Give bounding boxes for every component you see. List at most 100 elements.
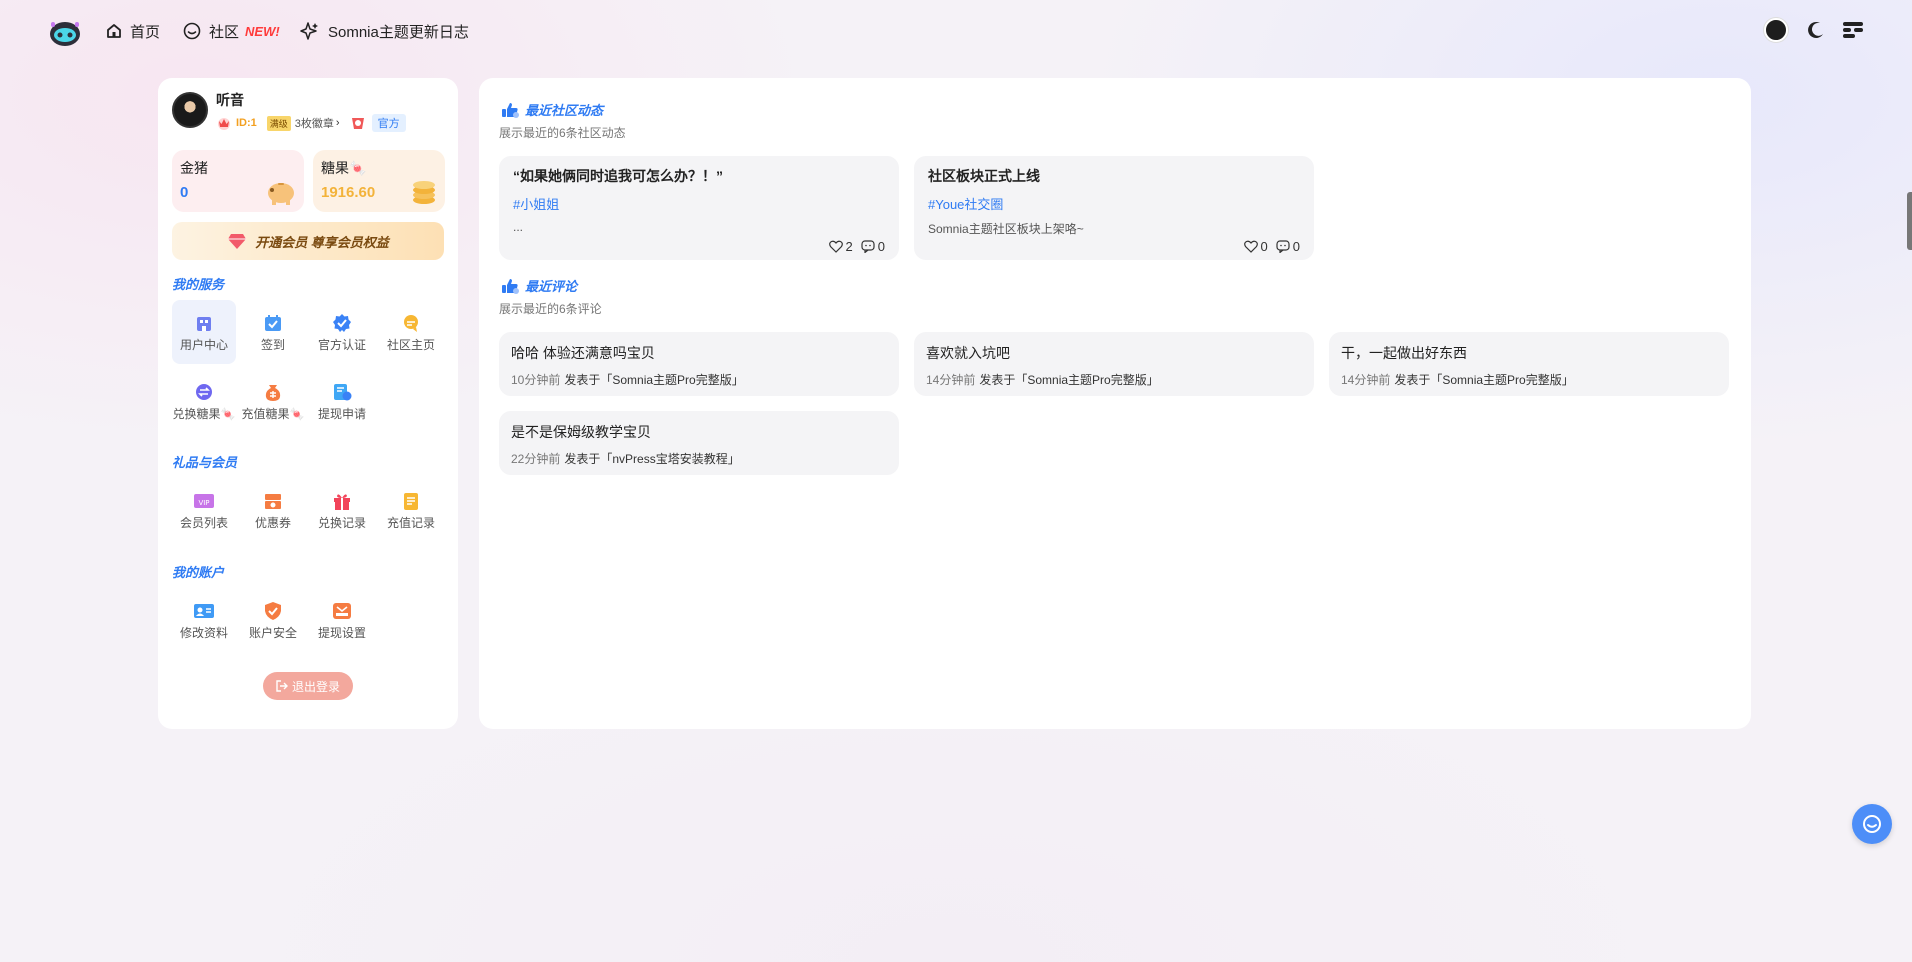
open-vip-button[interactable]: 开通会员 尊享会员权益 (172, 222, 444, 260)
service-item[interactable]: 社区主页 (379, 300, 443, 364)
post-title: “如果她俩同时追我可怎么办？！” (513, 168, 723, 184)
service-item[interactable]: 提现申请 (310, 369, 374, 433)
service-item[interactable]: 官方认证 (310, 300, 374, 364)
post-tag[interactable]: #Youe社交圈 (928, 194, 1300, 213)
svg-text:VIP: VIP (198, 499, 209, 507)
comment-time: 22分钟前 (511, 452, 561, 466)
service-item-label: 官方认证 (317, 338, 366, 352)
post-card[interactable]: “如果她俩同时追我可怎么办？！” #小姐姐... 2 0 (499, 156, 899, 260)
gift-item-label: 兑换记录 (317, 516, 366, 530)
recharge-icon (262, 381, 284, 403)
recent-posts-header: 最近社区动态 (501, 100, 603, 119)
coins-icon (413, 181, 435, 204)
vip-list-icon: VIP (193, 490, 215, 512)
service-item-label: 兑换糖果🍬 (172, 407, 236, 421)
chat-icon (1863, 815, 1881, 833)
comment-meta: 22分钟前 发表于「nvPress宝塔安装教程」 (511, 450, 887, 467)
chat-bubble-icon (183, 22, 201, 40)
comment-source[interactable]: 发表于「Somnia主题Pro完整版」 (564, 373, 743, 387)
scrollbar-thumb[interactable] (1907, 192, 1912, 250)
badge-count[interactable]: 3枚徽章 (295, 115, 334, 131)
comment-card[interactable]: 喜欢就入坑吧 14分钟前 发表于「Somnia主题Pro完整版」 (914, 332, 1314, 396)
gift-item[interactable]: 充值记录 (379, 478, 443, 542)
avatar[interactable] (172, 92, 208, 128)
account-item[interactable]: 提现设置 (310, 588, 374, 652)
nav-community[interactable]: 社区 NEW! (183, 20, 280, 42)
sparkle-icon (300, 22, 318, 40)
post-stats: 20 (828, 239, 885, 254)
service-item-label: 社区主页 (386, 338, 435, 352)
account-item[interactable]: 账户安全 (241, 588, 305, 652)
candy-icon: 🍬 (349, 160, 367, 176)
comment-card[interactable]: 哈哈 体验还满意吗宝贝 10分钟前 发表于「Somnia主题Pro完整版」 (499, 332, 899, 396)
comment-text: 干，一起做出好东西 (1341, 345, 1467, 361)
like-count: 2 (845, 239, 853, 254)
thumbs-up-icon (502, 278, 519, 294)
post-tag[interactable]: #小姐姐 (513, 194, 885, 213)
new-badge: NEW! (245, 23, 280, 39)
service-item-label: 用户中心 (179, 338, 228, 352)
comment-source[interactable]: 发表于「Somnia主题Pro完整版」 (1394, 373, 1573, 387)
services-title: 我的服务 (172, 277, 225, 292)
chevron-right-icon: › (335, 117, 340, 129)
gifts-grid: VIP 会员列表 优惠券 兑换记录 充值记录 (172, 478, 444, 544)
post-card[interactable]: 社区板块正式上线 #Youe社交圈 Somnia主题社区板块上架咯~ 0 0 (914, 156, 1314, 260)
withdraw-settings-icon (331, 600, 353, 622)
gift-item-label: 充值记录 (386, 516, 435, 530)
gift-item-label: 优惠券 (254, 516, 291, 530)
user-avatar[interactable] (1764, 18, 1788, 42)
service-item[interactable]: 签到 (241, 300, 305, 364)
gift-item-label: 会员列表 (179, 516, 228, 530)
comment-icon[interactable] (1276, 240, 1290, 253)
account-item[interactable]: 修改资料 (172, 588, 236, 652)
comment-meta: 10分钟前 发表于「Somnia主题Pro完整版」 (511, 371, 887, 388)
post-title: 社区板块正式上线 (928, 168, 1040, 184)
moon-icon[interactable] (1806, 20, 1826, 40)
home-icon (107, 24, 121, 38)
gift-item[interactable]: VIP 会员列表 (172, 478, 236, 542)
gift-icon (331, 490, 353, 512)
nav-home[interactable]: 首页 (106, 20, 160, 42)
service-item-label: 提现申请 (317, 407, 366, 421)
gift-item[interactable]: 优惠券 (241, 478, 305, 542)
recent-comments-subtitle: 展示最近的6条评论 (499, 302, 602, 316)
exchange-icon (193, 381, 215, 403)
recent-comments-title: 最近评论 (525, 279, 578, 294)
profile-icon (193, 600, 215, 622)
service-item[interactable]: 充值糖果🍬 (241, 369, 305, 433)
comment-icon[interactable] (861, 240, 875, 253)
logout-button[interactable]: 退出登录 (263, 672, 353, 700)
menu-icon[interactable] (1842, 20, 1864, 40)
account-item-label: 修改资料 (179, 626, 228, 640)
user-profile: 听音 ID:1 满级 3枚徽章 › 官方 (172, 92, 406, 132)
candy-wallet[interactable]: 糖果🍬 1916.60 (313, 150, 445, 212)
gifts-title: 礼品与会员 (172, 455, 238, 470)
comment-card[interactable]: 是不是保姆级教学宝贝 22分钟前 发表于「nvPress宝塔安装教程」 (499, 411, 899, 475)
comment-source[interactable]: 发表于「nvPress宝塔安装教程」 (564, 452, 739, 466)
heart-icon[interactable] (828, 240, 843, 253)
service-item[interactable]: 用户中心 (172, 300, 236, 364)
service-item[interactable]: 兑换糖果🍬 (172, 369, 236, 433)
user-center-icon (193, 312, 215, 334)
recent-posts-subtitle: 展示最近的6条社区动态 (499, 126, 626, 140)
post-excerpt: ... (513, 220, 524, 234)
record-icon (400, 490, 422, 512)
logout-label: 退出登录 (291, 679, 340, 694)
services-grid: 用户中心 签到 官方认证 社区主页兑换糖果🍬 充值糖果🍬 提现申请 (172, 300, 444, 432)
thumbs-up-icon (502, 102, 519, 118)
comment-meta: 14分钟前 发表于「Somnia主题Pro完整版」 (926, 371, 1302, 388)
chat-button[interactable] (1852, 804, 1892, 844)
recent-comments-header: 最近评论 (501, 276, 577, 295)
gold-wallet[interactable]: 金猪 0 (172, 150, 304, 212)
comment-meta: 14分钟前 发表于「Somnia主题Pro完整版」 (1341, 371, 1717, 388)
comment-text: 喜欢就入坑吧 (926, 345, 1010, 361)
comment-card[interactable]: 干，一起做出好东西 14分钟前 发表于「Somnia主题Pro完整版」 (1329, 332, 1729, 396)
checkin-icon (262, 312, 284, 334)
community-home-icon (400, 312, 422, 334)
site-logo[interactable] (48, 18, 82, 48)
heart-icon[interactable] (1243, 240, 1258, 253)
comment-source[interactable]: 发表于「Somnia主题Pro完整版」 (979, 373, 1158, 387)
nav-changelog[interactable]: Somnia主题更新日志 (300, 20, 469, 42)
crown-icon (218, 118, 230, 130)
gift-item[interactable]: 兑换记录 (310, 478, 374, 542)
